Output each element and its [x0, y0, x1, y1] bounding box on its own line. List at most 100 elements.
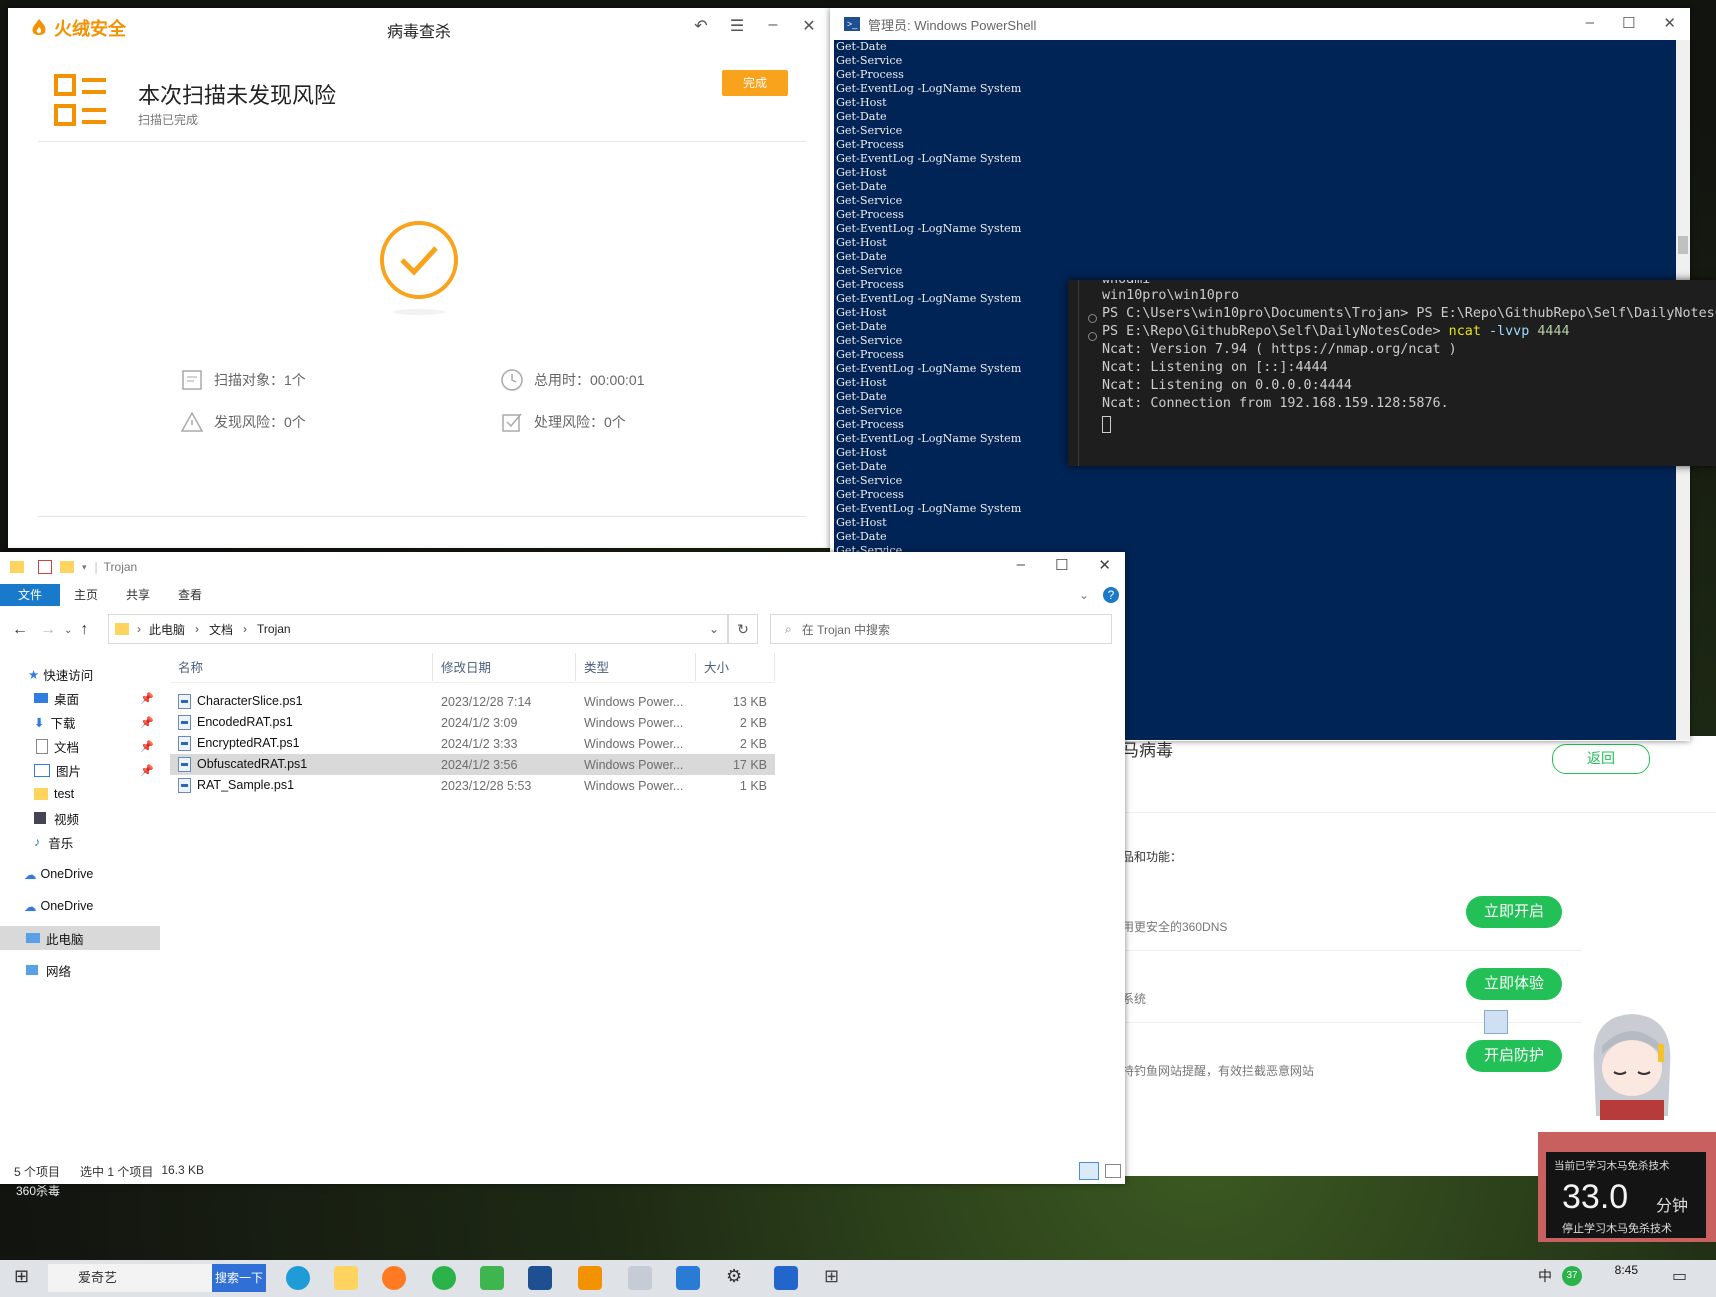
sidebar-item-documents[interactable]: 文档 📌 [0, 734, 160, 758]
vscode-icon[interactable] [676, 1266, 700, 1290]
tab-view[interactable]: 查看 [164, 584, 216, 606]
minimize-button[interactable]: – [1017, 556, 1025, 574]
360-shield-icon[interactable] [480, 1266, 504, 1290]
divider [38, 141, 806, 142]
file-explorer-icon[interactable] [334, 1266, 358, 1290]
integrated-terminal[interactable]: whoami win10pro\win10pro PS C:\Users\win… [1068, 280, 1716, 466]
mail-icon[interactable] [774, 1266, 798, 1290]
sidebar-item-onedrive[interactable]: ☁ OneDrive [0, 862, 160, 886]
dropdown-arrow-icon[interactable]: ▾ [82, 562, 87, 573]
back-icon[interactable]: ← [12, 621, 28, 639]
expand-ribbon-icon[interactable]: ⌄ [1065, 584, 1103, 606]
breadcrumb-documents[interactable]: 文档 [209, 621, 233, 638]
pin-icon[interactable]: 📌 [140, 692, 154, 705]
huorong-icon[interactable] [578, 1266, 602, 1290]
column-type[interactable]: 类型 [576, 653, 696, 681]
chevron-down-icon[interactable]: ⌄ [709, 622, 719, 636]
sidebar-item-desktop[interactable]: 桌面 📌 [0, 686, 160, 710]
sidebar-item-music[interactable]: ♪ 音乐 [0, 830, 160, 854]
table-row[interactable]: ObfuscatedRAT.ps1 2024/1/2 3:56 Windows Po… [170, 754, 775, 775]
sidebar-label: 快速访问 [43, 668, 94, 683]
close-button[interactable]: ✕ [1663, 14, 1676, 32]
minimize-button[interactable]: – [762, 16, 784, 36]
command-status-dot [1088, 332, 1097, 341]
maximize-button[interactable]: ☐ [1055, 556, 1068, 574]
close-button[interactable]: ✕ [1098, 556, 1111, 574]
powershell-icon[interactable] [528, 1266, 552, 1290]
sidebar-item-downloads[interactable]: ⬇ 下载 📌 [0, 710, 160, 734]
edge-icon[interactable] [286, 1266, 310, 1290]
360-browser-icon[interactable] [432, 1266, 456, 1290]
back-button[interactable]: 返回 [1552, 744, 1650, 774]
pin-icon[interactable]: 📌 [140, 716, 154, 729]
taskbar-clock[interactable]: 8:45 [1615, 1262, 1638, 1278]
try-now-button[interactable]: 立即体验 [1466, 968, 1562, 1000]
table-row[interactable]: RAT_Sample.ps1 2023/12/28 5:53 Windows Pow… [170, 775, 775, 796]
sidebar-label: 下载 [50, 716, 76, 731]
search-input[interactable]: ⌕ 在 Trojan 中搜索 [770, 614, 1112, 644]
maximize-button[interactable]: ☐ [1622, 14, 1635, 32]
breadcrumb-trojan[interactable]: Trojan [257, 622, 291, 636]
checkbox-icon [502, 413, 522, 432]
pin-icon[interactable]: 📌 [140, 740, 154, 753]
sidebar-item-videos[interactable]: 视频 [0, 806, 160, 830]
enable-dns-button[interactable]: 立即开启 [1466, 896, 1562, 928]
notification-icon[interactable]: ▭ [1672, 1266, 1696, 1290]
help-icon[interactable]: ? [1103, 587, 1119, 603]
sidebar-item-this-pc[interactable]: 此电脑 [0, 926, 160, 950]
table-row[interactable]: EncryptedRAT.ps1 2024/1/2 3:33 Windows Pow… [170, 733, 775, 754]
back-arrow-icon[interactable]: ↶ [690, 16, 712, 36]
minimize-button[interactable]: – [1586, 14, 1594, 32]
taskbar-search-button[interactable]: 搜索一下 [212, 1264, 266, 1292]
close-button[interactable]: ✕ [798, 16, 820, 36]
tab-file[interactable]: 文件 [0, 584, 61, 606]
scrollbar-thumb[interactable] [1678, 236, 1688, 254]
app-icon[interactable] [628, 1266, 652, 1290]
column-date[interactable]: 修改日期 [433, 653, 576, 681]
file-name: EncryptedRAT.ps1 [197, 735, 300, 750]
firefox-icon[interactable] [382, 1266, 406, 1290]
timer-caption: 当前已学习木马免杀技术 [1554, 1160, 1670, 1172]
tray-ime-indicator[interactable]: 中 [1538, 1266, 1562, 1290]
sidebar-item-onedrive-2[interactable]: ☁ OneDrive [0, 894, 160, 918]
stat-elapsed: 总用时：00:00:01 [500, 368, 645, 392]
column-name[interactable]: 名称 [170, 653, 433, 681]
taskbar-search-box[interactable]: 爱奇艺 [48, 1264, 212, 1292]
thumbnail-view-icon[interactable] [1105, 1164, 1121, 1178]
tab-home[interactable]: 主页 [60, 584, 112, 606]
feature-row-dns: 用更安全的360DNS [1122, 920, 1228, 934]
term-line: PS C:\Users\win10pro\Documents\Trojan> P… [1102, 306, 1716, 321]
windows-app-icon[interactable]: ⊞ [824, 1266, 848, 1290]
sidebar-item-test[interactable]: test [0, 782, 160, 806]
column-size[interactable]: 大小 [696, 653, 775, 681]
windows-start-icon[interactable]: ⊞ [14, 1266, 38, 1290]
table-row[interactable]: EncodedRAT.ps1 2024/1/2 3:09 Windows Power… [170, 712, 775, 733]
properties-icon[interactable] [38, 560, 52, 574]
tab-share[interactable]: 共享 [112, 584, 164, 606]
sidebar-item-pictures[interactable]: 图片 📌 [0, 758, 160, 782]
refresh-button[interactable]: ↻ [728, 614, 758, 644]
sidebar-item-network[interactable]: 网络 [0, 958, 160, 982]
tray-badge[interactable]: 37 [1562, 1266, 1582, 1286]
up-icon[interactable]: ↑ [80, 621, 88, 639]
address-bar[interactable]: › 此电脑 › 文档 › Trojan ⌄ [108, 614, 728, 644]
table-row[interactable]: CharacterSlice.ps1 2023/12/28 7:14 Windows… [170, 691, 775, 712]
file-size: 2 KB [739, 715, 767, 730]
recent-dropdown-icon[interactable]: ⌄ [64, 625, 72, 636]
new-folder-icon[interactable] [60, 561, 74, 573]
file-name: ObfuscatedRAT.ps1 [197, 756, 308, 771]
result-title: 本次扫描未发现风险 [138, 83, 337, 108]
sidebar-item-quick-access[interactable]: ★ 快速访问 [0, 662, 160, 686]
done-button[interactable]: 完成 [722, 70, 788, 96]
pin-icon[interactable]: 📌 [140, 764, 154, 777]
breadcrumb-this-pc[interactable]: 此电脑 [149, 621, 185, 638]
file-explorer-window: ▾ | Trojan – ☐ ✕ 文件 主页 共享 查看 ⌄ ? ← → ⌄ ↑… [0, 552, 1125, 1184]
details-view-icon[interactable] [1079, 1162, 1099, 1180]
window-title: 管理员: Windows PowerShell [868, 17, 1037, 33]
forward-icon[interactable]: → [40, 621, 56, 639]
enable-protection-button[interactable]: 开启防护 [1466, 1040, 1562, 1072]
settings-gear-icon[interactable]: ⚙ [726, 1266, 750, 1290]
menu-icon[interactable]: ☰ [726, 16, 748, 36]
mascot-character-image [1593, 1014, 1671, 1120]
stop-study-button[interactable]: 停止学习木马免杀技术 [1562, 1220, 1672, 1236]
